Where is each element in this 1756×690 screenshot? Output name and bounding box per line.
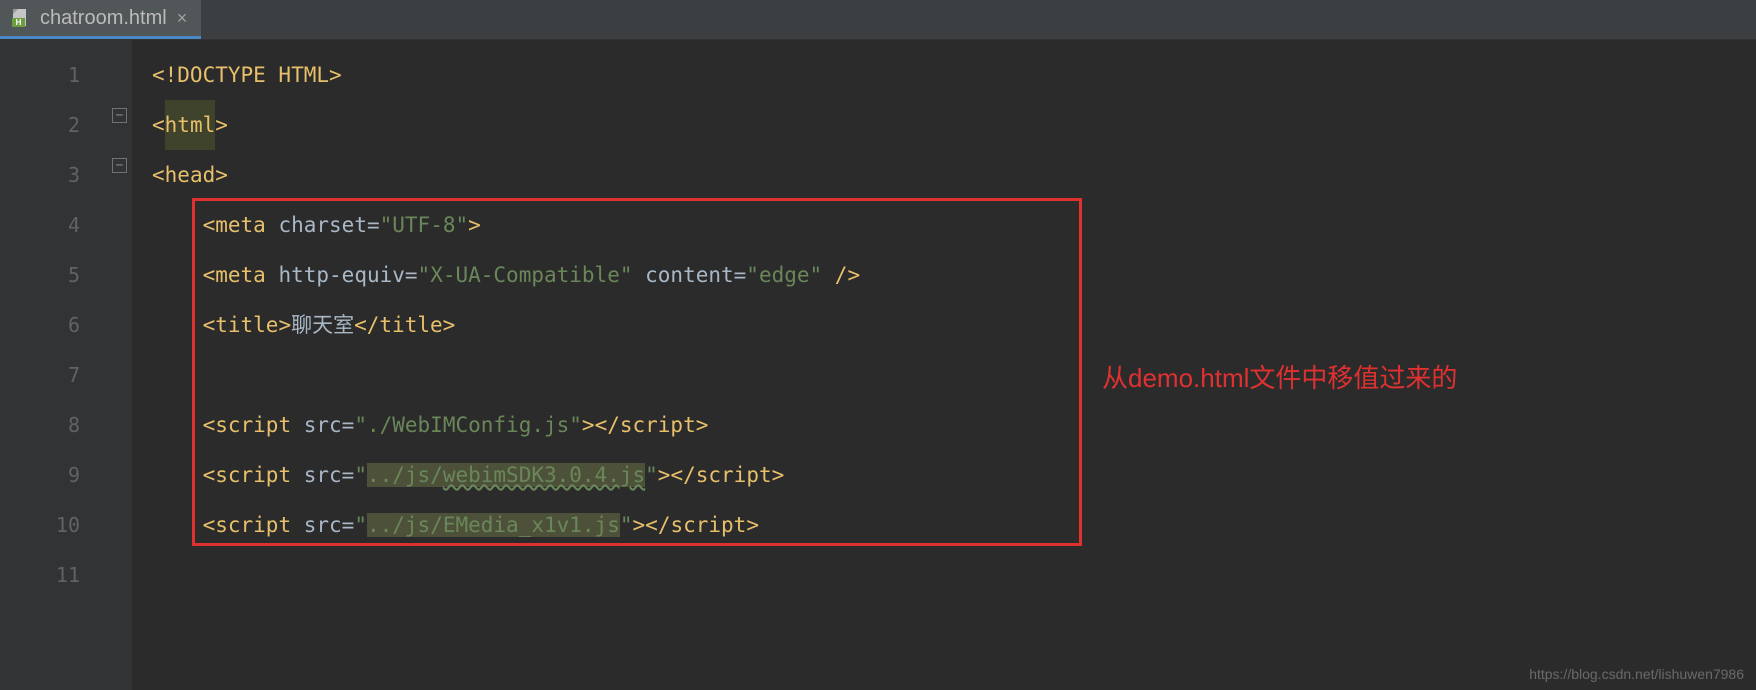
line-number: 5 [0, 250, 110, 300]
close-icon[interactable]: × [177, 8, 188, 29]
watermark: https://blog.csdn.net/lishuwen7986 [1529, 666, 1744, 682]
line-number: 6 [0, 300, 110, 350]
fold-toggle-icon[interactable]: − [112, 158, 127, 173]
code-line: <html> [132, 100, 1756, 150]
code-line: <meta charset="UTF-8"> [132, 200, 1756, 250]
code-line: <head> [132, 150, 1756, 200]
fold-toggle-icon[interactable]: − [112, 108, 127, 123]
line-number: 11 [0, 550, 110, 600]
file-tab[interactable]: H chatroom.html × [0, 0, 201, 39]
code-line: <script src="../js/webimSDK3.0.4.js"></s… [132, 450, 1756, 500]
code-area[interactable]: <!DOCTYPE HTML> <html> <head> <meta char… [132, 40, 1756, 690]
line-number: 2 [0, 100, 110, 150]
tab-bar: H chatroom.html × [0, 0, 1756, 40]
code-line: <!DOCTYPE HTML> [132, 50, 1756, 100]
line-number: 3 [0, 150, 110, 200]
line-number: 4 [0, 200, 110, 250]
line-number: 7 [0, 350, 110, 400]
code-line: <script src="../js/EMedia_x1v1.js"></scr… [132, 500, 1756, 550]
code-line: <meta http-equiv="X-UA-Compatible" conte… [132, 250, 1756, 300]
line-number: 10 [0, 500, 110, 550]
line-number: 8 [0, 400, 110, 450]
editor: 1 2 3 4 5 6 7 8 9 10 11 − − <!DOCTYPE HT… [0, 40, 1756, 690]
line-number-gutter: 1 2 3 4 5 6 7 8 9 10 11 [0, 40, 110, 690]
line-number: 1 [0, 50, 110, 100]
code-line: <title>聊天室</title> [132, 300, 1756, 350]
annotation-text: 从demo.html文件中移值过来的 [1102, 358, 1457, 395]
fold-column: − − [110, 40, 132, 690]
html-file-icon: H [10, 8, 30, 28]
line-number: 9 [0, 450, 110, 500]
svg-text:H: H [16, 18, 22, 27]
code-line [132, 550, 1756, 600]
code-line [132, 350, 1756, 400]
code-line: <script src="./WebIMConfig.js"></script> [132, 400, 1756, 450]
tab-filename: chatroom.html [40, 7, 167, 30]
